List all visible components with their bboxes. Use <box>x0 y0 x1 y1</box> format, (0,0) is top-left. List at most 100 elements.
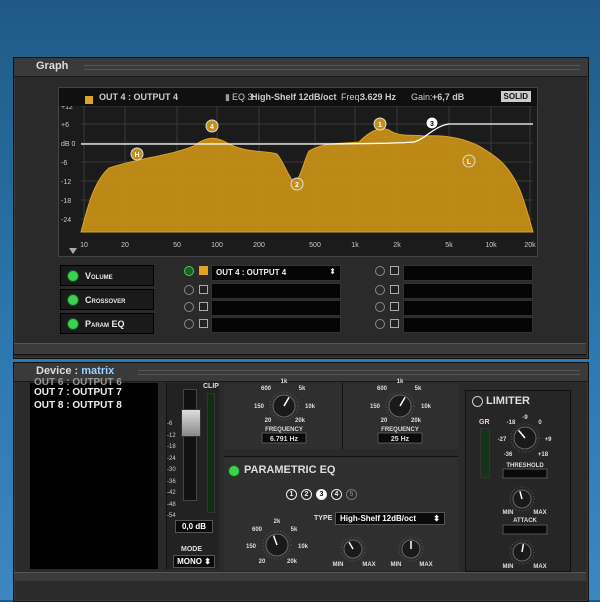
meter-tick-label: -6 <box>167 421 173 427</box>
x-tick-label: 500 <box>309 242 321 249</box>
graph-titlebar[interactable]: Graph <box>14 58 588 77</box>
eq-band-marker-label: 4 <box>210 124 214 131</box>
scroll-down-icon[interactable] <box>69 248 77 254</box>
eq-band-marker-label: H <box>134 152 139 159</box>
y-tick-label: +6 <box>61 122 69 129</box>
fader-track[interactable] <box>183 389 197 501</box>
eq-band-marker-label: L <box>467 159 472 166</box>
limiter-title: LIMITER <box>486 395 530 407</box>
x-tick-label: 200 <box>253 242 265 249</box>
eq-band-5-button[interactable]: 5 <box>346 489 357 500</box>
meter-tick-label: -54 <box>167 513 176 519</box>
checkbox[interactable] <box>199 285 208 294</box>
power-icon[interactable] <box>375 319 385 329</box>
meter-tick-label: -18 <box>167 444 176 450</box>
output-slot[interactable] <box>403 300 533 316</box>
meter-tick-label: -48 <box>167 501 176 508</box>
dropdown-arrow-icon: ⬍ <box>433 514 440 523</box>
eq-band-4-button[interactable]: 4 <box>331 489 342 500</box>
power-icon[interactable] <box>184 319 194 329</box>
type-label: TYPE <box>314 515 333 522</box>
output-slot[interactable] <box>403 283 533 299</box>
y-tick-label: +12 <box>61 106 73 111</box>
mode-crossover-button[interactable]: Crossover <box>60 289 154 310</box>
y-tick-label: -12 <box>61 179 71 186</box>
power-icon[interactable] <box>375 302 385 312</box>
clip-label: CLIP <box>203 383 219 390</box>
list-item[interactable]: OUT 8 : OUTPUT 8 <box>34 400 122 411</box>
eq-band-3-button[interactable]: 3 <box>316 489 327 500</box>
meter-tick-label: -30 <box>167 467 176 473</box>
led-icon <box>67 317 79 330</box>
meter-tick-label: -42 <box>167 490 176 496</box>
output-slot[interactable] <box>403 265 533 281</box>
eq-band-marker-label: 3 <box>430 121 434 128</box>
output-select-dropdown[interactable]: OUT 4 : OUTPUT 4 ⬍ <box>211 265 341 281</box>
eq-type-select[interactable]: High-Shelf 12dB/oct ⬍ <box>335 512 445 525</box>
eq-type-value: High-Shelf 12dB/oct <box>251 92 337 102</box>
output-slot[interactable] <box>211 300 341 316</box>
parametric-eq-title: PARAMETRIC EQ <box>244 464 336 476</box>
checkbox[interactable] <box>390 302 399 311</box>
eq-graph[interactable]: OUT 4 : OUTPUT 4 ▮ EQ 3: High-Shelf 12dB… <box>58 87 538 257</box>
graph-header: OUT 4 : OUTPUT 4 ▮ EQ 3: High-Shelf 12dB… <box>59 88 537 106</box>
graph-title: Graph <box>36 60 69 72</box>
x-tick-label: 20 <box>121 242 129 249</box>
eq-curve-plot: +12 +6 dB 0 -6 -12 -18 -24 10 20 50 100 200 500 1k 2k 5… <box>61 106 536 254</box>
y-tick-label: dB 0 <box>61 141 76 148</box>
checkbox[interactable] <box>199 302 208 311</box>
device-name: matrix <box>81 365 115 377</box>
x-tick-label: 10k <box>485 242 497 249</box>
y-tick-label: -6 <box>61 160 67 167</box>
parametric-eq-power-icon[interactable] <box>228 465 240 477</box>
list-item[interactable]: OUT 7 : OUTPUT 7 <box>34 387 122 398</box>
power-icon[interactable] <box>375 266 385 276</box>
dropdown-arrow-icon: ⬍ <box>329 267 336 276</box>
x-tick-label: 20k <box>524 242 536 249</box>
power-icon[interactable] <box>184 266 194 276</box>
x-tick-label: 1k <box>351 242 359 249</box>
checkbox[interactable] <box>390 285 399 294</box>
led-icon <box>67 293 79 306</box>
device-title: Device <box>36 365 72 377</box>
eq-band-1-button[interactable]: 1 <box>286 489 297 500</box>
power-icon[interactable] <box>184 285 194 295</box>
power-icon[interactable] <box>375 285 385 295</box>
output-slot[interactable] <box>211 283 341 299</box>
freq-label: Freq: <box>341 92 363 102</box>
x-tick-label: 10 <box>80 242 88 249</box>
crossover-divider <box>342 383 343 449</box>
power-icon[interactable] <box>184 302 194 312</box>
volume-value[interactable]: 0,0 dB <box>175 520 213 533</box>
bottom-scrollbar[interactable] <box>14 572 586 581</box>
gain-label: Gain: <box>411 92 433 102</box>
meter-tick-label: -12 <box>167 432 176 439</box>
level-meter <box>207 393 215 513</box>
solid-toggle[interactable]: SOLID <box>500 91 531 102</box>
y-tick-label: -18 <box>61 198 71 205</box>
panel-splitter[interactable] <box>14 343 586 355</box>
channel-color-swatch <box>85 96 93 104</box>
checkbox[interactable] <box>390 266 399 275</box>
led-icon <box>67 269 79 282</box>
mode-label: MODE <box>181 546 202 553</box>
limiter-area <box>465 390 571 572</box>
checkbox[interactable] <box>199 319 208 328</box>
eq-band-2-button[interactable]: 2 <box>301 489 312 500</box>
x-tick-label: 5k <box>445 242 453 249</box>
crossover-area <box>224 383 458 449</box>
checkbox[interactable] <box>390 319 399 328</box>
limiter-power-icon[interactable] <box>472 396 483 407</box>
fader-handle[interactable] <box>181 409 201 437</box>
meter-tick-label: -36 <box>167 478 176 485</box>
mode-select[interactable]: MONO ⬍ <box>173 555 215 568</box>
meter-tick-label: -24 <box>167 455 176 462</box>
output-slot[interactable] <box>403 317 533 333</box>
output-slot[interactable] <box>211 317 341 333</box>
mode-volume-button[interactable]: Volume <box>60 265 154 286</box>
output-list[interactable]: OUT 6 : OUTPUT 6 OUT 7 : OUTPUT 7 OUT 8 … <box>30 377 158 569</box>
eq-band-marker-label: 2 <box>295 182 299 189</box>
mode-param-eq-button[interactable]: Param EQ <box>60 313 154 334</box>
gr-label: GR <box>479 419 490 426</box>
channel-label: OUT 4 : OUTPUT 4 <box>99 92 179 102</box>
